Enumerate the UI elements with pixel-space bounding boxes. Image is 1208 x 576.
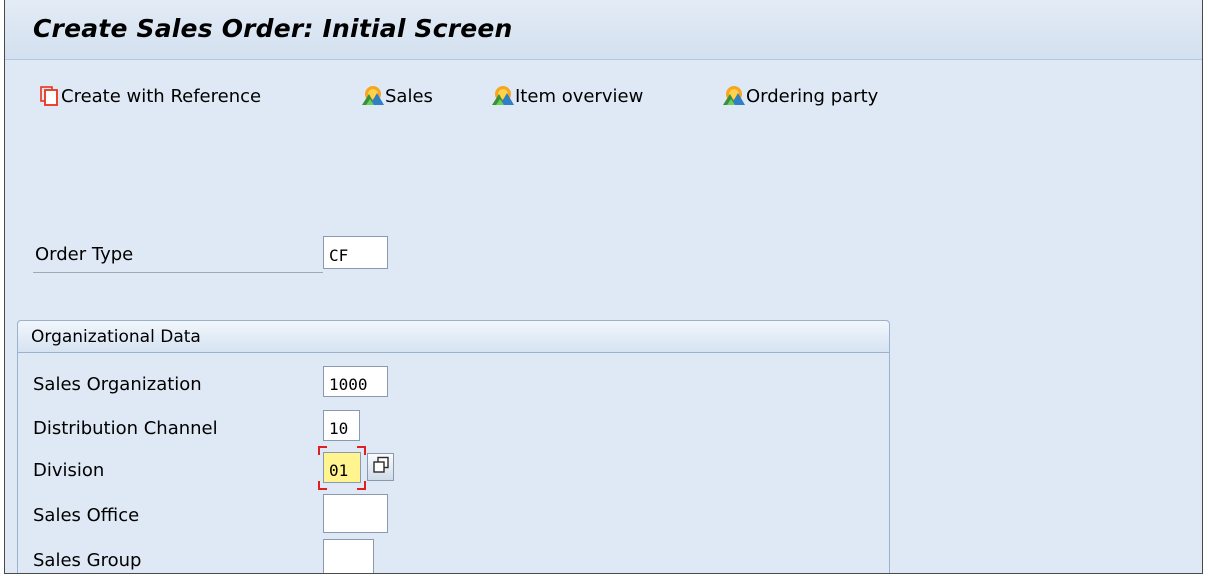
copy-document-icon xyxy=(39,85,61,107)
sap-window: Create Sales Order: Initial Screen Creat… xyxy=(4,0,1203,574)
title-bar: Create Sales Order: Initial Screen xyxy=(5,0,1202,60)
division-focus-markers xyxy=(318,446,366,490)
mountain-sun-icon xyxy=(491,85,515,107)
sales-button[interactable]: Sales xyxy=(361,83,433,109)
division-label: Division xyxy=(33,460,105,481)
sales-group-field[interactable] xyxy=(323,539,374,573)
sales-office-field[interactable] xyxy=(323,494,388,533)
create-with-reference-button[interactable]: Create with Reference xyxy=(39,83,261,109)
division-value-help-button[interactable] xyxy=(367,453,394,481)
sales-organization-label: Sales Organization xyxy=(33,374,202,395)
page-title: Create Sales Order: Initial Screen xyxy=(33,14,513,43)
sales-organization-field[interactable] xyxy=(323,366,388,397)
ordering-party-label: Ordering party xyxy=(746,85,879,107)
ordering-party-button[interactable]: Ordering party xyxy=(722,83,878,109)
organizational-data-group: Organizational Data xyxy=(17,320,890,573)
application-toolbar: Create with Reference Sales Item overvie… xyxy=(5,60,1202,132)
distribution-channel-field[interactable] xyxy=(323,410,360,441)
sales-group-label: Sales Group xyxy=(33,550,142,571)
mountain-sun-icon xyxy=(722,85,746,107)
organizational-data-title: Organizational Data xyxy=(31,327,201,347)
mountain-sun-icon xyxy=(361,85,385,107)
order-type-label-underline xyxy=(33,272,323,273)
sales-label: Sales xyxy=(385,85,433,107)
distribution-channel-label: Distribution Channel xyxy=(33,418,218,439)
possible-entries-icon xyxy=(372,456,390,478)
item-overview-button[interactable]: Item overview xyxy=(491,83,643,109)
organizational-data-header: Organizational Data xyxy=(18,321,889,353)
order-type-field[interactable] xyxy=(323,236,388,269)
create-with-reference-label: Create with Reference xyxy=(61,85,262,107)
order-type-label: Order Type xyxy=(35,244,134,265)
item-overview-label: Item overview xyxy=(515,85,644,107)
sales-office-label: Sales Office xyxy=(33,505,140,526)
